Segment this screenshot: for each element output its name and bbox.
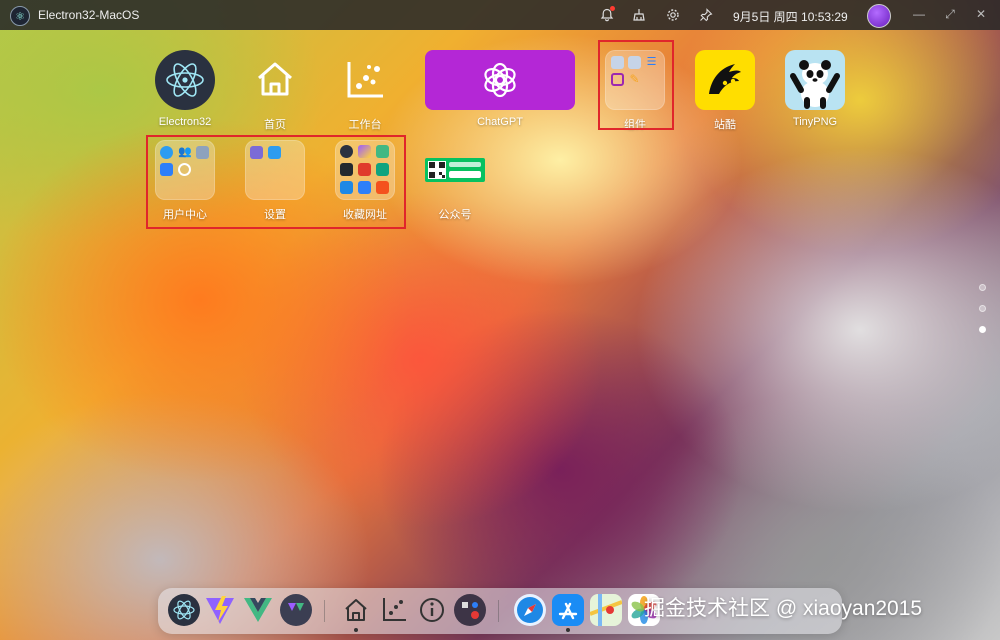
appstore-icon[interactable] bbox=[552, 594, 584, 626]
desktop-icon-chatgpt[interactable]: ChatGPT bbox=[425, 50, 575, 130]
desktop-icon-label: Electron32 bbox=[158, 116, 212, 128]
desktop-folder-user-center[interactable]: 👥 用户中心 bbox=[155, 140, 215, 221]
wechat-card-icon bbox=[425, 158, 485, 182]
gitee-mini-icon bbox=[358, 163, 371, 176]
home-icon bbox=[253, 58, 297, 102]
favorites-folder-icon bbox=[335, 140, 395, 200]
openai-mini-icon bbox=[376, 163, 389, 176]
desktop-icon-label: ChatGPT bbox=[477, 116, 523, 128]
desktop-icon-label: TinyPNG bbox=[792, 116, 838, 128]
gear-app-icon bbox=[250, 146, 263, 159]
clock: 9月5日 周四 10:53:29 bbox=[733, 10, 848, 24]
electron-mini-icon bbox=[340, 145, 353, 158]
desktop-icon-home[interactable]: 首页 bbox=[245, 50, 305, 131]
broom-icon[interactable] bbox=[631, 7, 647, 23]
element-mini-icon bbox=[358, 181, 371, 194]
running-indicator bbox=[354, 628, 358, 632]
safari-icon[interactable] bbox=[514, 594, 546, 626]
desktop-icon-official-account[interactable]: 公众号 bbox=[425, 140, 485, 221]
maximize-icon[interactable]: ⤢ bbox=[943, 7, 957, 21]
settings-folder-icon bbox=[245, 140, 305, 200]
openai-icon bbox=[484, 62, 516, 98]
app-title: Electron32-MacOS bbox=[38, 8, 140, 22]
app-logo-icon: ⚛ bbox=[10, 6, 30, 26]
desktop-icon-electron[interactable]: Electron32 bbox=[155, 50, 215, 130]
desktop-icon-label: 工作台 bbox=[348, 119, 382, 131]
desktop-icon-label: 收藏网址 bbox=[343, 209, 387, 221]
dock-separator bbox=[324, 600, 325, 622]
chart-icon[interactable] bbox=[378, 594, 410, 626]
vue-icon[interactable] bbox=[242, 594, 274, 626]
org-icon bbox=[196, 146, 209, 159]
qr-code-icon bbox=[428, 161, 446, 179]
desktop-icon-tinypng[interactable]: TinyPNG bbox=[785, 50, 845, 130]
dock-separator bbox=[498, 600, 499, 622]
chatgpt-tile bbox=[425, 50, 575, 110]
desktop-icon-label: 首页 bbox=[264, 119, 286, 131]
maps-icon[interactable] bbox=[589, 594, 623, 626]
pin-icon[interactable] bbox=[698, 7, 714, 23]
desktop-icon-label: 设置 bbox=[264, 209, 286, 221]
display-icon bbox=[268, 146, 281, 159]
avatar[interactable] bbox=[867, 4, 891, 28]
vite-mini-icon bbox=[358, 145, 371, 158]
page-dot[interactable] bbox=[979, 305, 986, 312]
info-icon[interactable] bbox=[416, 594, 448, 626]
desktop-folder-favorites[interactable]: 收藏网址 bbox=[335, 140, 395, 221]
github-mini-icon bbox=[340, 163, 353, 176]
user-center-folder-icon: 👥 bbox=[155, 140, 215, 200]
team-icon bbox=[160, 163, 173, 176]
title-bar: ⚛ Electron32-MacOS 9月5日 周四 10:53:29 — ⤢ … bbox=[0, 0, 1000, 30]
bell-icon[interactable] bbox=[599, 6, 615, 23]
watermark: 掘金技术社区 @ xiaoyan2015 bbox=[644, 597, 923, 620]
gear-icon[interactable] bbox=[665, 7, 681, 23]
page-dot[interactable] bbox=[979, 284, 986, 291]
user-icon bbox=[160, 146, 173, 159]
mixed-icon[interactable] bbox=[454, 594, 486, 626]
page-dot-active[interactable] bbox=[979, 326, 986, 333]
desktop-icon-zcool[interactable]: 站酷 bbox=[695, 50, 755, 131]
minimize-icon[interactable]: — bbox=[912, 7, 926, 21]
vite-icon[interactable] bbox=[204, 594, 236, 626]
vite-vue-icon[interactable] bbox=[280, 594, 312, 626]
desktop-folder-settings[interactable]: 设置 bbox=[245, 140, 305, 221]
react-mini-icon bbox=[340, 181, 353, 194]
csdn-mini-icon bbox=[376, 181, 389, 194]
home-icon[interactable] bbox=[340, 594, 372, 626]
clock-icon bbox=[178, 163, 191, 176]
desktop-icon-label: 站酷 bbox=[714, 119, 736, 131]
zcool-icon bbox=[695, 50, 755, 110]
vue-mini-icon bbox=[376, 145, 389, 158]
desktop-icon-workbench[interactable]: 工作台 bbox=[335, 50, 395, 131]
highlight-frame-widgets bbox=[598, 40, 674, 130]
chart-icon bbox=[343, 58, 387, 102]
electron-icon bbox=[155, 50, 215, 110]
desktop-icon-label: 公众号 bbox=[438, 209, 472, 221]
panda-icon bbox=[785, 50, 845, 110]
running-indicator bbox=[566, 628, 570, 632]
electron-icon[interactable] bbox=[168, 594, 200, 626]
desktop-icon-label: 用户中心 bbox=[163, 209, 207, 221]
users-icon: 👥 bbox=[178, 146, 192, 158]
close-icon[interactable]: ✕ bbox=[974, 7, 988, 21]
